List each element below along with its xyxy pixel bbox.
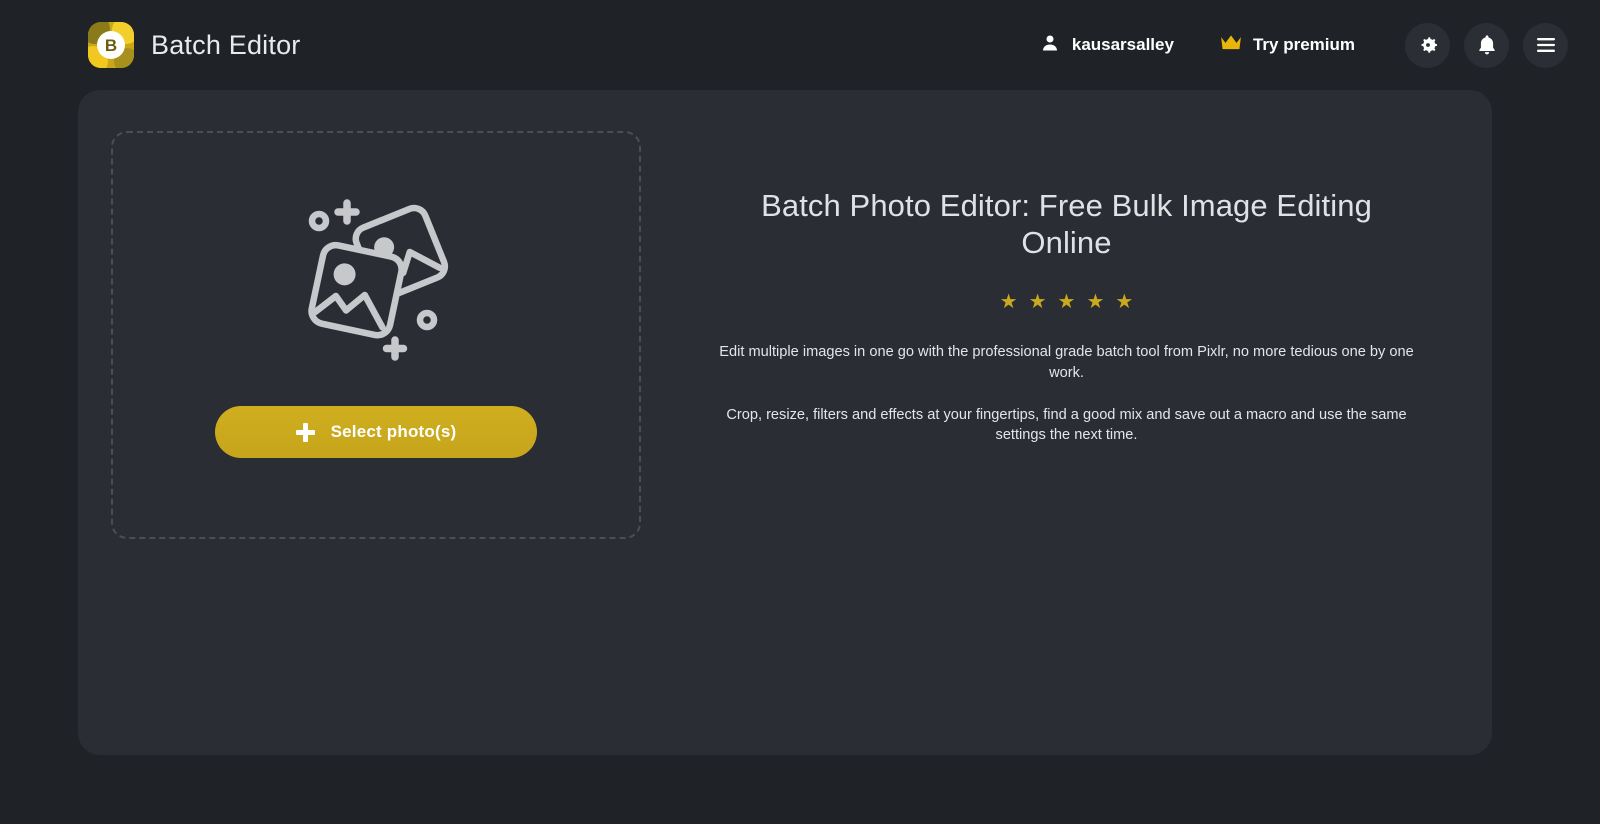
- crown-icon: [1220, 34, 1242, 56]
- app-logo-icon: B: [88, 22, 134, 68]
- star-icon: ★: [1028, 291, 1047, 314]
- info-column: Batch Photo Editor: Free Bulk Image Edit…: [641, 131, 1492, 539]
- gear-icon: [1417, 34, 1439, 56]
- select-photos-label: Select photo(s): [330, 422, 457, 441]
- main-panel: Select photo(s) Batch Photo Editor: Free…: [78, 90, 1492, 755]
- top-bar: B Batch Editor kausarsalley Try premium: [0, 0, 1600, 90]
- photo-dropzone[interactable]: Select photo(s): [111, 131, 641, 539]
- star-icon: ★: [1115, 291, 1134, 314]
- try-premium-button[interactable]: Try premium: [1220, 34, 1355, 56]
- plus-icon: [295, 422, 315, 442]
- rating-stars: ★ ★ ★ ★ ★: [1000, 292, 1134, 312]
- star-icon: ★: [1057, 291, 1076, 314]
- bell-icon: [1477, 34, 1497, 56]
- description-paragraph-1: Edit multiple images in one go with the …: [719, 344, 1414, 381]
- star-icon: ★: [999, 291, 1018, 314]
- page-title: Batch Photo Editor: Free Bulk Image Edit…: [761, 188, 1372, 260]
- notifications-button[interactable]: [1464, 22, 1509, 68]
- app-title: Batch Editor: [151, 29, 301, 60]
- user-account-button[interactable]: kausarsalley: [1040, 33, 1174, 58]
- user-name: kausarsalley: [1071, 35, 1174, 54]
- photos-stack-icon: [281, 180, 471, 370]
- settings-button[interactable]: [1405, 22, 1450, 68]
- top-bar-actions: kausarsalley Try premium: [1040, 22, 1568, 68]
- description-paragraph-2: Crop, resize, filters and effects at you…: [726, 406, 1407, 444]
- try-premium-label: Try premium: [1252, 35, 1355, 54]
- person-icon: [1040, 33, 1060, 58]
- hamburger-icon: [1535, 36, 1557, 54]
- star-icon: ★: [1086, 291, 1105, 314]
- menu-button[interactable]: [1523, 22, 1568, 68]
- logo-letter: B: [97, 31, 125, 59]
- brand[interactable]: B Batch Editor: [88, 22, 300, 68]
- select-photos-button[interactable]: Select photo(s): [215, 406, 537, 458]
